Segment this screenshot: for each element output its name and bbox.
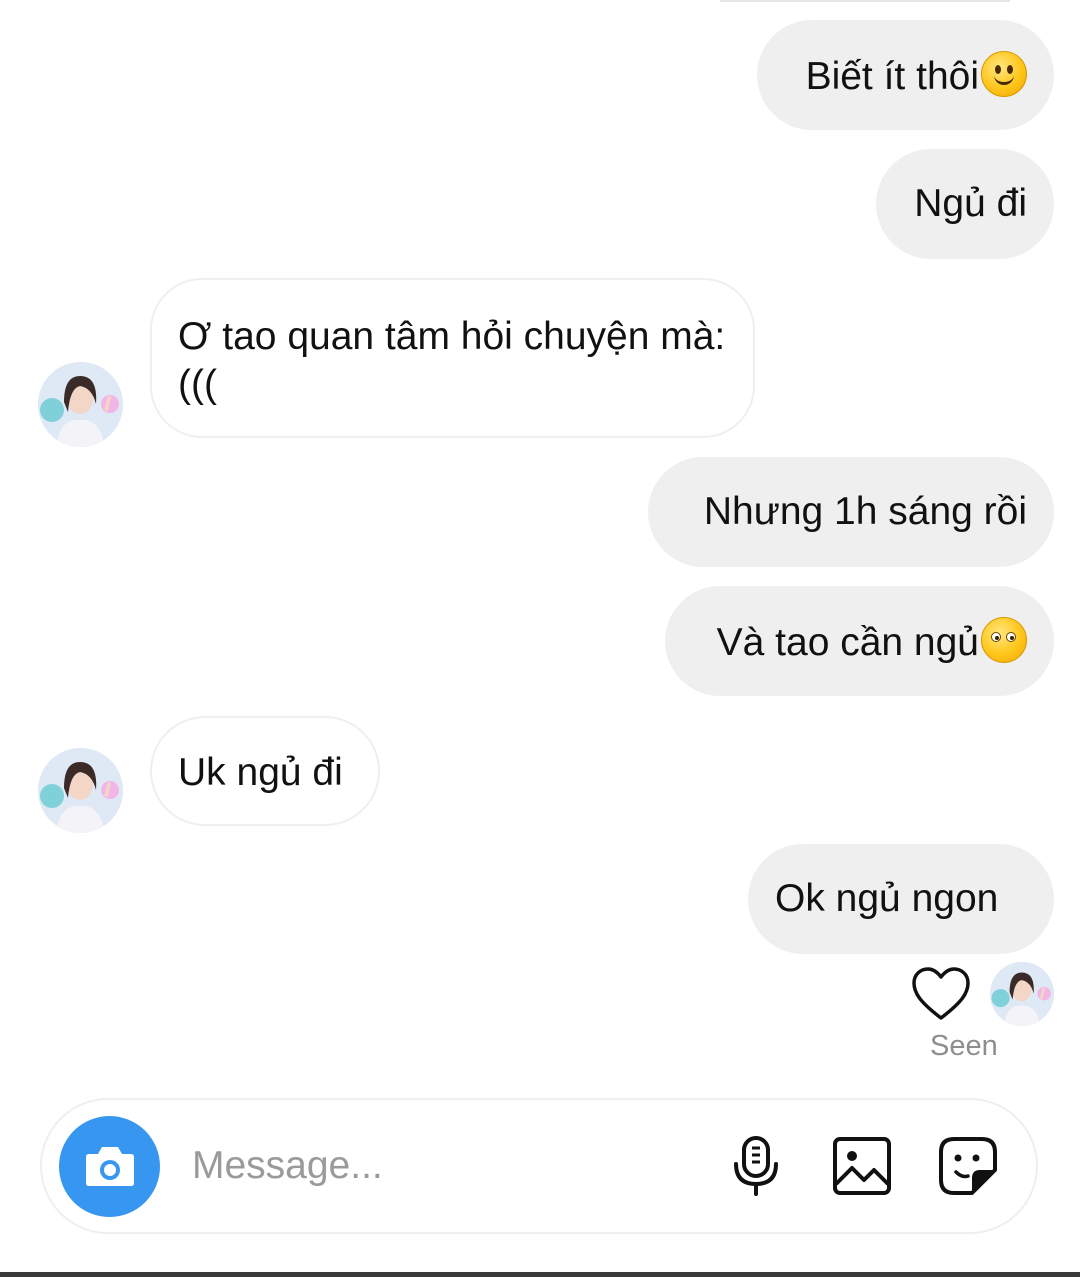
message-text: Biết ít thôi	[805, 55, 979, 98]
sticker-icon[interactable]	[936, 1134, 1000, 1198]
message-text: Nhưng 1h sáng rồi	[703, 490, 1027, 533]
seen-by-avatar	[990, 962, 1054, 1026]
camera-icon	[86, 1147, 134, 1186]
message-input[interactable]	[190, 1130, 694, 1202]
sent-message-bubble[interactable]: Nhưng 1h sáng rồi	[648, 457, 1054, 567]
contact-avatar[interactable]	[38, 362, 123, 447]
sent-message-bubble[interactable]: Và tao cần ngủ	[665, 586, 1054, 696]
profile-photo-icon	[38, 362, 123, 447]
gallery-icon[interactable]	[830, 1134, 894, 1198]
camera-button[interactable]	[59, 1116, 160, 1217]
message-text: Ơ tao quan tâm hỏi chuyện mà:(((	[178, 315, 726, 406]
sent-message-bubble[interactable]: Ok ngủ ngon	[748, 844, 1054, 954]
previous-message-edge	[720, 0, 1010, 2]
message-text: Uk ngủ đi	[178, 751, 343, 794]
sent-message-bubble[interactable]: Biết ít thôi	[757, 20, 1054, 130]
screen-bottom-edge	[0, 1272, 1080, 1277]
message-text: Ngủ đi	[914, 182, 1027, 225]
message-composer	[40, 1098, 1038, 1234]
profile-photo-icon	[38, 748, 123, 833]
microphone-icon[interactable]	[724, 1134, 788, 1198]
received-message-bubble[interactable]: Uk ngủ đi	[150, 716, 380, 826]
received-message-bubble[interactable]: Ơ tao quan tâm hỏi chuyện mà:(((	[150, 278, 755, 438]
profile-photo-icon	[990, 962, 1054, 1026]
message-text: Ok ngủ ngon	[775, 877, 999, 920]
contact-avatar[interactable]	[38, 748, 123, 833]
slightly-smiling-face-icon	[981, 51, 1027, 97]
message-text: Và tao cần ngủ	[716, 621, 979, 664]
face-without-mouth-icon	[981, 617, 1027, 663]
heart-icon[interactable]	[910, 965, 972, 1023]
seen-status: Seen	[930, 1030, 998, 1062]
sent-message-bubble[interactable]: Ngủ đi	[876, 149, 1054, 259]
